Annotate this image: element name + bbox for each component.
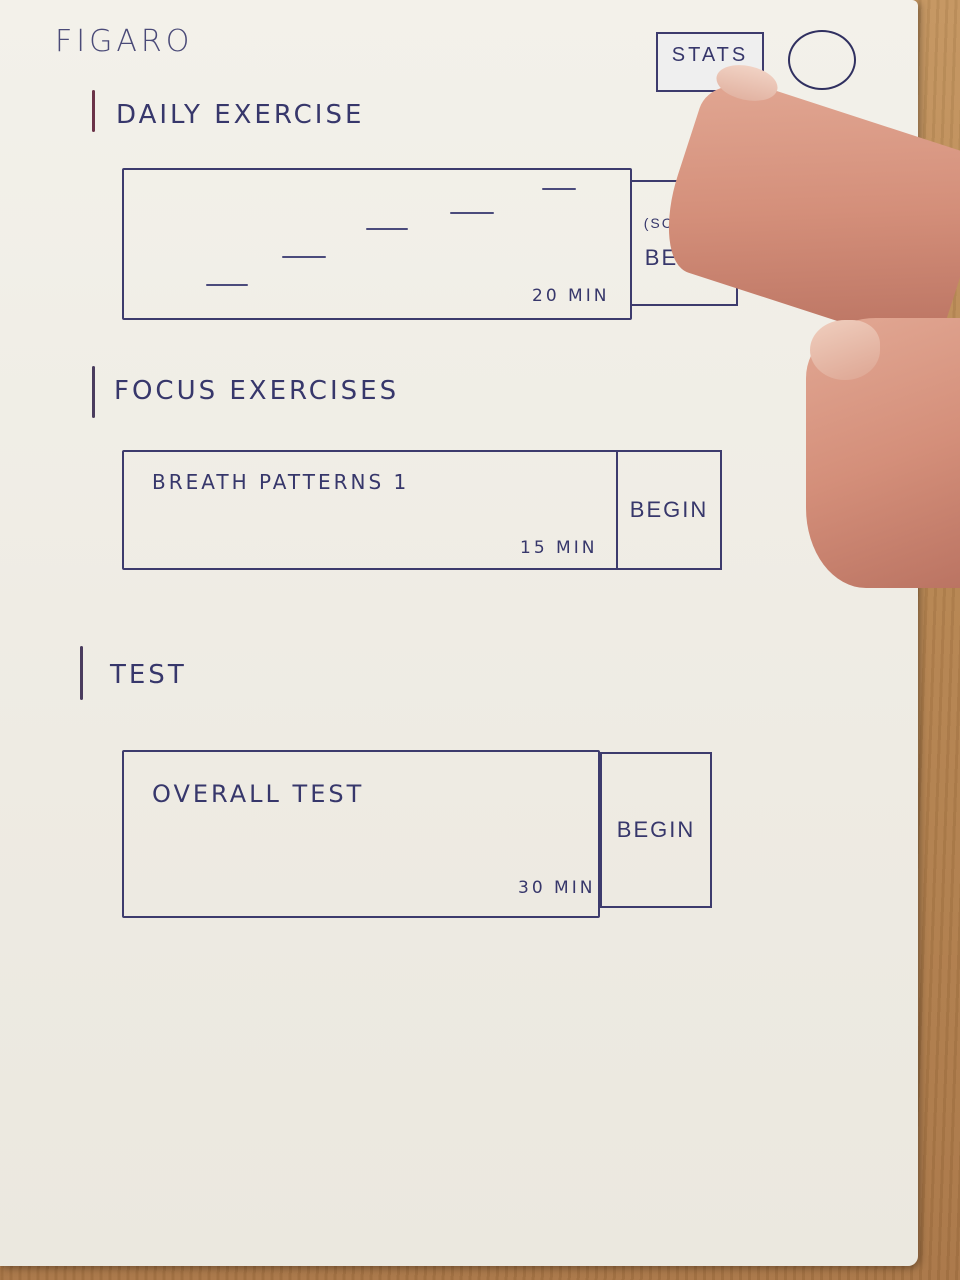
daily-duration: 20 min: [532, 286, 610, 306]
section-marker: [92, 366, 95, 418]
scale-note-mark: [542, 188, 576, 190]
test-begin-button[interactable]: Begin: [600, 752, 712, 908]
test-duration: 30 min: [518, 878, 596, 898]
avatar-circle-icon[interactable]: [788, 30, 856, 90]
test-item-name: Overall test: [152, 780, 365, 808]
scale-note-mark: [206, 284, 248, 286]
focus-begin-label: Begin: [629, 497, 709, 522]
section-marker: [80, 646, 83, 700]
fingernail: [810, 320, 880, 380]
test-card[interactable]: Overall test 30 min: [122, 750, 600, 918]
app-title: Figaro: [55, 24, 194, 59]
daily-exercise-card[interactable]: 20 min: [122, 168, 632, 320]
focus-duration: 15 min: [520, 538, 598, 558]
section-marker: [92, 90, 95, 132]
section-title-focus: Focus Exercises: [114, 376, 400, 406]
focus-begin-button[interactable]: Begin: [616, 450, 722, 570]
scale-note-mark: [282, 256, 326, 258]
focus-item-name: Breath patterns 1: [152, 470, 410, 494]
test-begin-label: Begin: [616, 817, 696, 842]
scale-note-mark: [366, 228, 408, 230]
scale-note-mark: [450, 212, 494, 214]
section-title-test: Test: [110, 660, 187, 690]
section-title-daily: Daily Exercise: [116, 100, 365, 130]
focus-exercise-card[interactable]: Breath patterns 1 15 min: [122, 450, 618, 570]
